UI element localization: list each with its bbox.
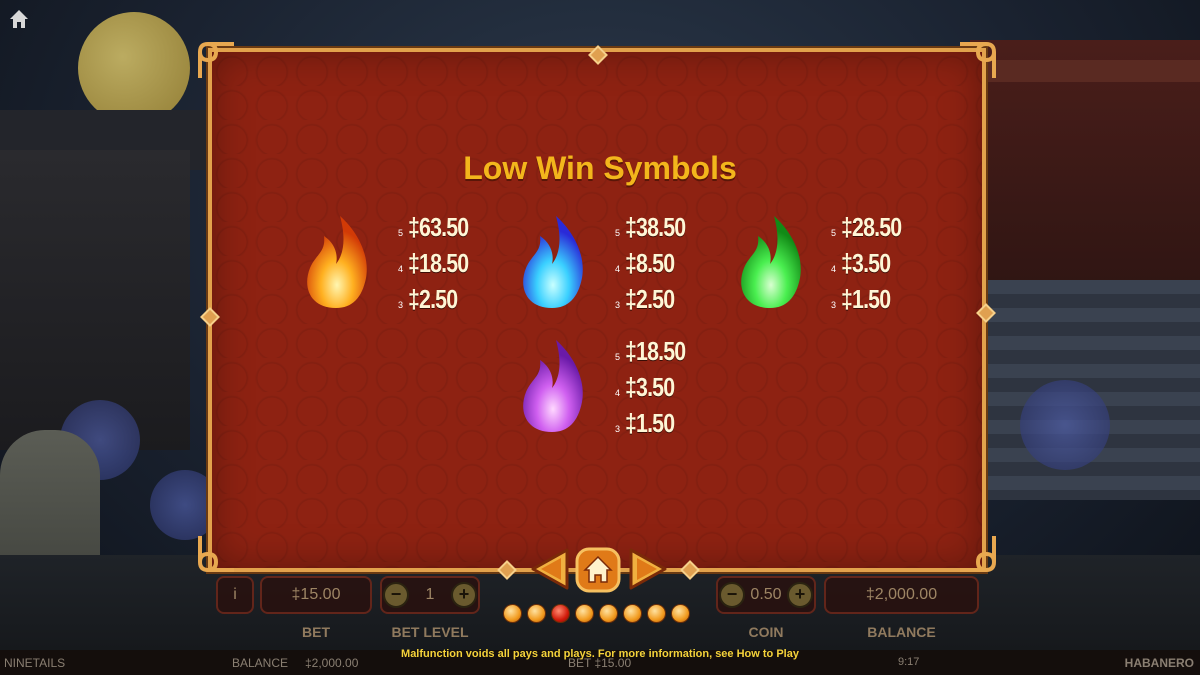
next-page-button[interactable] <box>627 546 671 592</box>
hydrangea-bush <box>1020 380 1110 470</box>
pay-row: 5 ‡38.50 <box>615 212 699 248</box>
pay-amount: ‡2.50 <box>408 284 458 314</box>
home-icon[interactable] <box>8 8 30 30</box>
pay-amount: ‡1.50 <box>625 408 675 438</box>
corner-ornament-icon <box>198 42 234 78</box>
bet-level-plus-button[interactable]: + <box>451 582 477 608</box>
disclaimer-text: Malfunction voids all pays and plays. Fo… <box>401 648 799 660</box>
pay-row: 4 ‡3.50 <box>831 248 915 284</box>
match-count: 5 <box>831 228 837 238</box>
paylist-blue: 5 ‡38.50 4 ‡8.50 3 ‡2.50 <box>615 212 699 320</box>
page-indicator <box>503 604 690 623</box>
bet-label: BET <box>302 624 330 640</box>
corner-ornament-icon <box>960 536 996 572</box>
clock: 9:17 <box>898 656 920 668</box>
match-count: 3 <box>831 300 837 310</box>
match-count: 5 <box>615 228 621 238</box>
pay-row: 5 ‡28.50 <box>831 212 915 248</box>
coin-value: 0.50 <box>750 586 782 603</box>
pay-row: 3 ‡1.50 <box>615 408 699 444</box>
page-dot[interactable] <box>623 604 642 623</box>
page-dot[interactable] <box>599 604 618 623</box>
pay-row: 5 ‡18.50 <box>615 336 699 372</box>
bet-level-value: 1 <box>425 586 435 603</box>
page-dot[interactable] <box>527 604 546 623</box>
match-count: 4 <box>831 264 837 274</box>
orange-flame-icon <box>307 216 367 308</box>
pay-amount: ‡28.50 <box>841 212 902 242</box>
page-dot[interactable] <box>575 604 594 623</box>
purple-flame-icon <box>523 340 583 432</box>
paylist-green: 5 ‡28.50 4 ‡3.50 3 ‡1.50 <box>831 212 915 320</box>
pay-row: 4 ‡8.50 <box>615 248 699 284</box>
page-dot[interactable] <box>647 604 666 623</box>
pay-amount: ‡18.50 <box>408 248 469 278</box>
match-count: 3 <box>615 424 621 434</box>
previous-page-button[interactable] <box>527 546 571 592</box>
pay-amount: ‡1.50 <box>841 284 891 314</box>
pay-row: 3 ‡1.50 <box>831 284 915 320</box>
pay-amount: ‡2.50 <box>625 284 675 314</box>
coin-label: COIN <box>748 624 784 640</box>
match-count: 4 <box>615 388 621 398</box>
pay-amount: ‡3.50 <box>841 248 891 278</box>
pay-amount: ‡8.50 <box>625 248 675 278</box>
page-dot[interactable] <box>671 604 690 623</box>
paylist-purple: 5 ‡18.50 4 ‡3.50 3 ‡1.50 <box>615 336 699 444</box>
pay-row: 4 ‡18.50 <box>398 248 482 284</box>
corner-ornament-icon <box>960 42 996 78</box>
corner-ornament-icon <box>198 536 234 572</box>
match-count: 3 <box>398 300 404 310</box>
match-count: 5 <box>615 352 621 362</box>
match-count: 4 <box>398 264 404 274</box>
page-title: Low Win Symbols <box>463 150 737 186</box>
bet-level-label: BET LEVEL <box>391 624 469 640</box>
brand-logo: HABANERO <box>1124 656 1194 670</box>
paylist-orange: 5 ‡63.50 4 ‡18.50 3 ‡2.50 <box>398 212 482 320</box>
pay-amount: ‡38.50 <box>625 212 686 242</box>
info-button[interactable]: i <box>216 576 254 614</box>
blue-flame-icon <box>523 216 583 308</box>
pay-row: 3 ‡2.50 <box>615 284 699 320</box>
pay-row: 3 ‡2.50 <box>398 284 482 320</box>
pay-row: 5 ‡63.50 <box>398 212 482 248</box>
balance-display: ‡2,000.00 <box>824 576 979 614</box>
pay-amount: ‡18.50 <box>625 336 686 366</box>
coin-plus-button[interactable]: + <box>787 582 813 608</box>
pay-amount: ‡3.50 <box>625 372 675 402</box>
bet-display: ‡15.00 <box>260 576 372 614</box>
green-flame-icon <box>741 216 801 308</box>
bet-level-minus-button[interactable]: − <box>383 582 409 608</box>
pay-row: 4 ‡3.50 <box>615 372 699 408</box>
moon <box>78 12 190 124</box>
balance-label: BALANCE <box>867 624 936 640</box>
page-dot[interactable] <box>503 604 522 623</box>
home-page-button[interactable] <box>574 546 622 594</box>
match-count: 3 <box>615 300 621 310</box>
coin-minus-button[interactable]: − <box>719 582 745 608</box>
match-count: 4 <box>615 264 621 274</box>
match-count: 5 <box>398 228 404 238</box>
pay-amount: ‡63.50 <box>408 212 469 242</box>
page-dot[interactable] <box>551 604 570 623</box>
